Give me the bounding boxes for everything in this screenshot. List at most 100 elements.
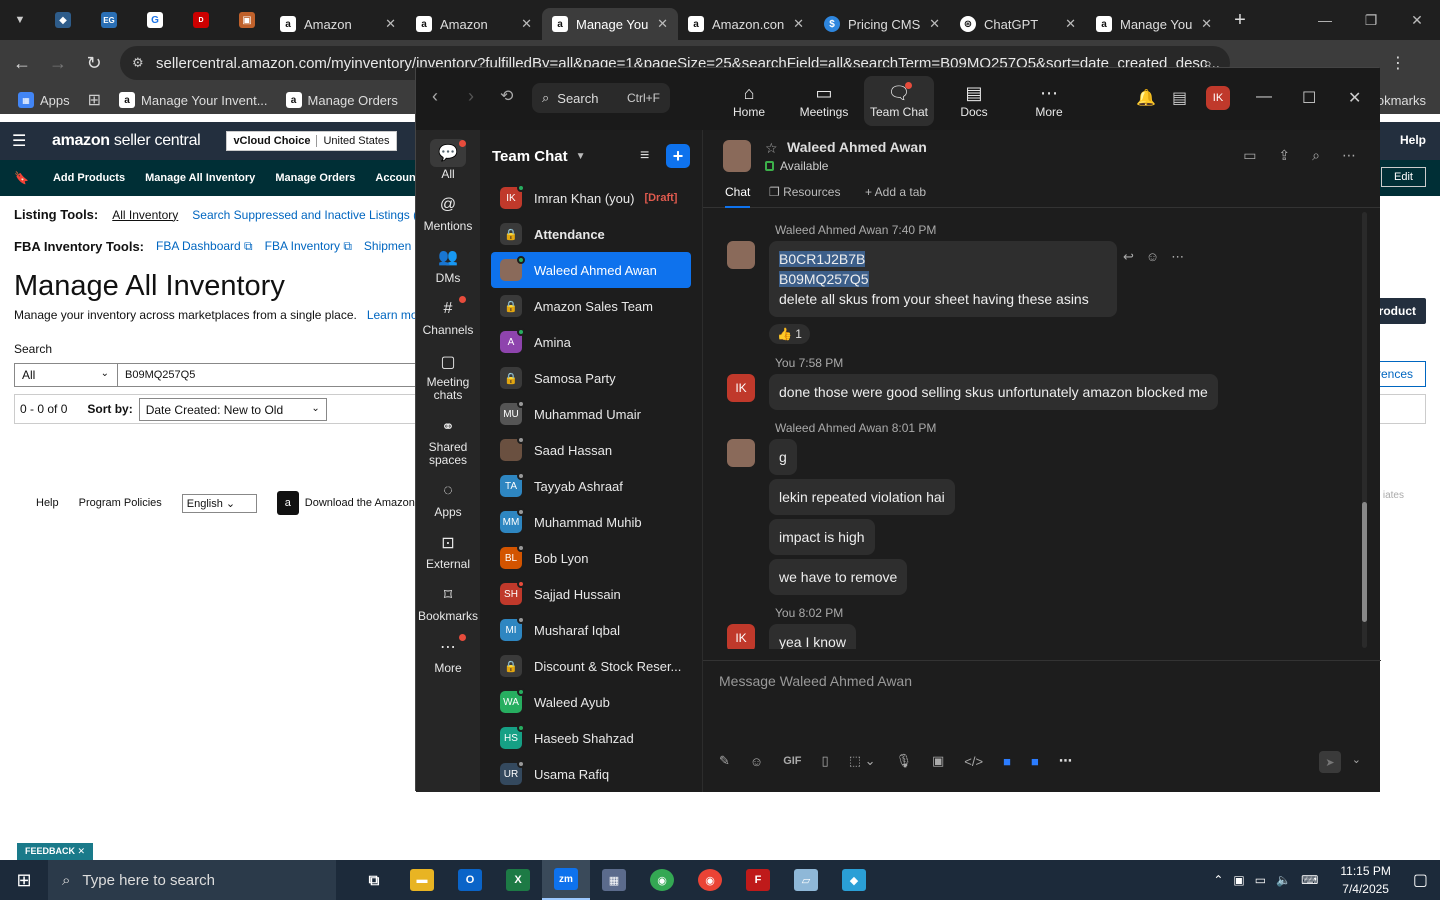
tab-close-icon[interactable]: ✕ xyxy=(793,16,804,32)
tab-resources[interactable]: ❐ Resources xyxy=(769,185,840,199)
message-list[interactable]: Waleed Ahmed Awan 7:40 PM B0CR1J2B7B B09… xyxy=(703,209,1371,649)
clock[interactable]: 11:15 PM 7/4/2025 xyxy=(1340,862,1390,898)
outlook-icon[interactable]: O xyxy=(446,860,494,900)
nav-manage-orders[interactable]: Manage Orders xyxy=(275,172,355,184)
zoom-forward-icon[interactable]: › xyxy=(468,86,474,107)
rail-shared-spaces[interactable]: ⚭ Shared spaces xyxy=(416,407,480,472)
sender-avatar[interactable] xyxy=(727,241,755,269)
pinned-tab-2[interactable]: EG xyxy=(86,0,132,40)
app-diamond-icon[interactable]: ◆ xyxy=(830,860,878,900)
tab-close-icon[interactable]: ✕ xyxy=(929,16,940,32)
restore-icon[interactable]: ❐ xyxy=(1348,0,1394,40)
file-explorer-icon[interactable]: ▬ xyxy=(398,860,446,900)
reaction-badge[interactable]: 👍 1 xyxy=(769,324,810,344)
chat-list-item[interactable]: BL Bob Lyon xyxy=(491,540,691,576)
browser-tab[interactable]: a Amazon.con ✕ xyxy=(678,8,814,40)
chat-list-item[interactable]: MU Muhammad Umair xyxy=(491,396,691,432)
suppressed-listings-link[interactable]: Search Suppressed and Inactive Listings … xyxy=(192,208,429,222)
zoom-minimize-icon[interactable]: — xyxy=(1256,88,1272,106)
feedback-button[interactable]: FEEDBACK ✕ xyxy=(17,843,94,860)
ime-icon[interactable]: ⌨ xyxy=(1301,873,1318,887)
reload-icon[interactable]: ↻ xyxy=(76,45,112,81)
bookmark-tab-grid[interactable]: ⊞ xyxy=(88,90,101,110)
pinned-tab-5[interactable]: ▣ xyxy=(224,0,270,40)
start-icon[interactable]: ⊞ xyxy=(0,870,48,891)
screenshot-icon[interactable]: ⬚ ⌄ xyxy=(849,753,876,769)
chrome-icon[interactable]: ◉ xyxy=(638,860,686,900)
fba-dashboard-link[interactable]: FBA Dashboard ⧉ xyxy=(156,239,253,254)
tab-add[interactable]: + Add a tab xyxy=(865,185,926,199)
tab-close-icon[interactable]: ✕ xyxy=(385,16,396,32)
zoom-taskbar-icon[interactable]: zm xyxy=(542,860,590,900)
rail-apps[interactable]: ◌ Apps xyxy=(416,472,480,524)
new-tab-button[interactable]: + xyxy=(1222,9,1258,32)
share-screen-icon[interactable]: ⇪ xyxy=(1278,147,1290,164)
tray-chevron-icon[interactable]: ⌃ xyxy=(1213,873,1223,887)
top-nav-home[interactable]: ⌂ Home xyxy=(714,76,784,126)
download-app-link[interactable]: a Download the Amazon S xyxy=(276,491,425,515)
language-select[interactable]: English ⌄ xyxy=(181,493,257,513)
store-selector[interactable]: vCloud Choice United States xyxy=(226,131,397,151)
message-bubble[interactable]: g xyxy=(769,439,797,475)
minimize-icon[interactable]: — xyxy=(1302,0,1348,40)
rail-mentions[interactable]: @ Mentions xyxy=(416,186,480,238)
forward-icon[interactable]: → xyxy=(40,45,76,81)
message-bubble[interactable]: lekin repeated violation hai xyxy=(769,479,955,515)
all-inventory-link[interactable]: All Inventory xyxy=(112,208,178,222)
excel-icon[interactable]: X xyxy=(494,860,542,900)
mic-icon[interactable]: 🎙 xyxy=(895,753,912,769)
notification-center-icon[interactable]: ▢ xyxy=(1413,870,1428,890)
new-chat-button[interactable]: + xyxy=(666,144,690,168)
shipments-link[interactable]: Shipmen xyxy=(364,239,411,254)
rail-all[interactable]: 💬 All xyxy=(416,134,480,186)
menu-dots-icon[interactable]: ⋮ xyxy=(1380,45,1416,81)
volume-icon[interactable]: 🔈 xyxy=(1276,873,1291,887)
pinned-tab-4[interactable]: D xyxy=(178,0,224,40)
chat-list-item[interactable]: Waleed Ahmed Awan xyxy=(491,252,691,288)
send-icon[interactable]: ➤ xyxy=(1319,751,1341,773)
chrome-profile-icon[interactable]: ◉ xyxy=(686,860,734,900)
bookmark-manage-inventory[interactable]: a Manage Your Invent... xyxy=(119,92,268,108)
message-bubble[interactable]: impact is high xyxy=(769,519,875,555)
site-info-icon[interactable]: ⚙ xyxy=(132,55,144,71)
tab-close-icon[interactable]: ✕ xyxy=(1065,16,1076,32)
top-nav-meetings[interactable]: ▭ Meetings xyxy=(789,76,859,126)
fba-inventory-link[interactable]: FBA Inventory ⧉ xyxy=(265,239,352,254)
format-icon[interactable]: ✎ xyxy=(719,753,730,769)
chat-list-item[interactable]: 🔒 Discount & Stock Reser... xyxy=(491,648,691,684)
pinned-tab-3[interactable]: G xyxy=(132,0,178,40)
rail-dms[interactable]: 👥 DMs xyxy=(416,238,480,290)
browser-tab[interactable]: a Amazon ✕ xyxy=(406,8,542,40)
scrollbar-thumb[interactable] xyxy=(1362,502,1367,622)
nav-add-products[interactable]: Add Products xyxy=(53,172,125,184)
zoom-back-icon[interactable]: ‹ xyxy=(432,86,438,107)
more-options-icon[interactable]: ⋯ xyxy=(1342,147,1356,164)
chat-list-item[interactable]: 🔒 Attendance xyxy=(491,216,691,252)
app-icon[interactable]: ■ xyxy=(1031,754,1039,769)
top-nav-docs[interactable]: ▤ Docs xyxy=(939,76,1009,126)
bookmark-icon[interactable]: 🔖 xyxy=(14,171,29,185)
chat-list-item[interactable]: A Amina xyxy=(491,324,691,360)
sender-avatar[interactable] xyxy=(727,439,755,467)
message-bubble[interactable]: B0CR1J2B7B B09MQ257Q5 delete all skus fr… xyxy=(769,241,1117,317)
calculator-icon[interactable]: ▦ xyxy=(590,860,638,900)
more-tools-icon[interactable]: ⋯ xyxy=(1059,753,1072,769)
filter-icon[interactable]: ≡ xyxy=(640,147,649,165)
message-input[interactable]: Message Waleed Ahmed Awan xyxy=(719,673,912,689)
edit-nav-button[interactable]: Edit xyxy=(1381,167,1426,187)
search-input[interactable]: B09MQ257Q5 xyxy=(117,363,417,387)
app-icon[interactable]: ■ xyxy=(1003,754,1011,769)
code-icon[interactable]: </> xyxy=(964,754,983,769)
chat-list-item[interactable]: SH Sajjad Hussain xyxy=(491,576,691,612)
user-avatar[interactable]: IK xyxy=(1206,86,1230,110)
message-bubble[interactable]: we have to remove xyxy=(769,559,908,595)
sender-avatar[interactable]: IK xyxy=(727,624,755,649)
reply-icon[interactable]: ↩ xyxy=(1123,249,1134,265)
help-link[interactable]: Help xyxy=(1400,133,1426,147)
bookmark-manage-orders[interactable]: a Manage Orders xyxy=(285,92,398,108)
filezilla-icon[interactable]: F xyxy=(734,860,782,900)
top-nav-team-chat[interactable]: 🗨 Team Chat xyxy=(864,76,934,126)
chat-list-item[interactable]: MI Musharaf Iqbal xyxy=(491,612,691,648)
taskbar-search[interactable]: ⌕ Type here to search xyxy=(48,860,336,900)
sender-avatar[interactable]: IK xyxy=(727,374,755,402)
